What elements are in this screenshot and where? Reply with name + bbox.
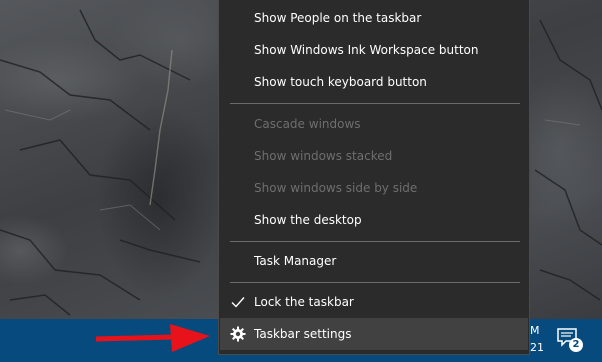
menu-item-label: Show touch keyboard button — [254, 75, 427, 89]
menu-item-label: Cascade windows — [254, 117, 361, 131]
menu-separator — [230, 282, 520, 283]
menu-item-label: Show Windows Ink Workspace button — [254, 43, 479, 57]
menu-item-windows-stacked[interactable]: Show windows stacked — [220, 140, 528, 172]
menu-item-cascade-windows[interactable]: Cascade windows — [220, 108, 528, 140]
menu-item-label: Show windows side by side — [254, 181, 418, 195]
menu-item-show-ink-workspace[interactable]: Show Windows Ink Workspace button — [220, 34, 528, 66]
menu-item-label: Lock the taskbar — [254, 295, 354, 309]
taskbar-context-menu: Show People on the taskbar Show Windows … — [218, 0, 530, 355]
menu-separator — [230, 241, 520, 242]
red-arrow-icon — [96, 324, 210, 352]
clock-line-1: M — [530, 324, 540, 337]
taskbar-clock[interactable]: M 21 — [530, 322, 546, 356]
clock-line-2: 21 — [530, 341, 544, 354]
menu-item-label: Show windows stacked — [254, 149, 393, 163]
notification-count-badge: 2 — [569, 338, 583, 352]
menu-item-task-manager[interactable]: Task Manager — [220, 245, 528, 277]
menu-item-label: Task Manager — [254, 254, 337, 268]
menu-item-taskbar-settings[interactable]: Taskbar settings — [220, 318, 528, 350]
checkmark-icon — [231, 297, 245, 308]
menu-separator — [230, 103, 520, 104]
gear-icon — [230, 326, 246, 342]
menu-item-label: Taskbar settings — [254, 327, 352, 341]
menu-item-label: Show the desktop — [254, 213, 362, 227]
menu-item-lock-taskbar[interactable]: Lock the taskbar — [220, 286, 528, 318]
menu-item-show-desktop[interactable]: Show the desktop — [220, 204, 528, 236]
menu-item-show-people[interactable]: Show People on the taskbar — [220, 2, 528, 34]
menu-item-windows-side-by-side[interactable]: Show windows side by side — [220, 172, 528, 204]
menu-item-label: Show People on the taskbar — [254, 11, 422, 25]
menu-item-show-touch-keyboard[interactable]: Show touch keyboard button — [220, 66, 528, 98]
action-center-button[interactable]: 2 — [556, 326, 586, 356]
